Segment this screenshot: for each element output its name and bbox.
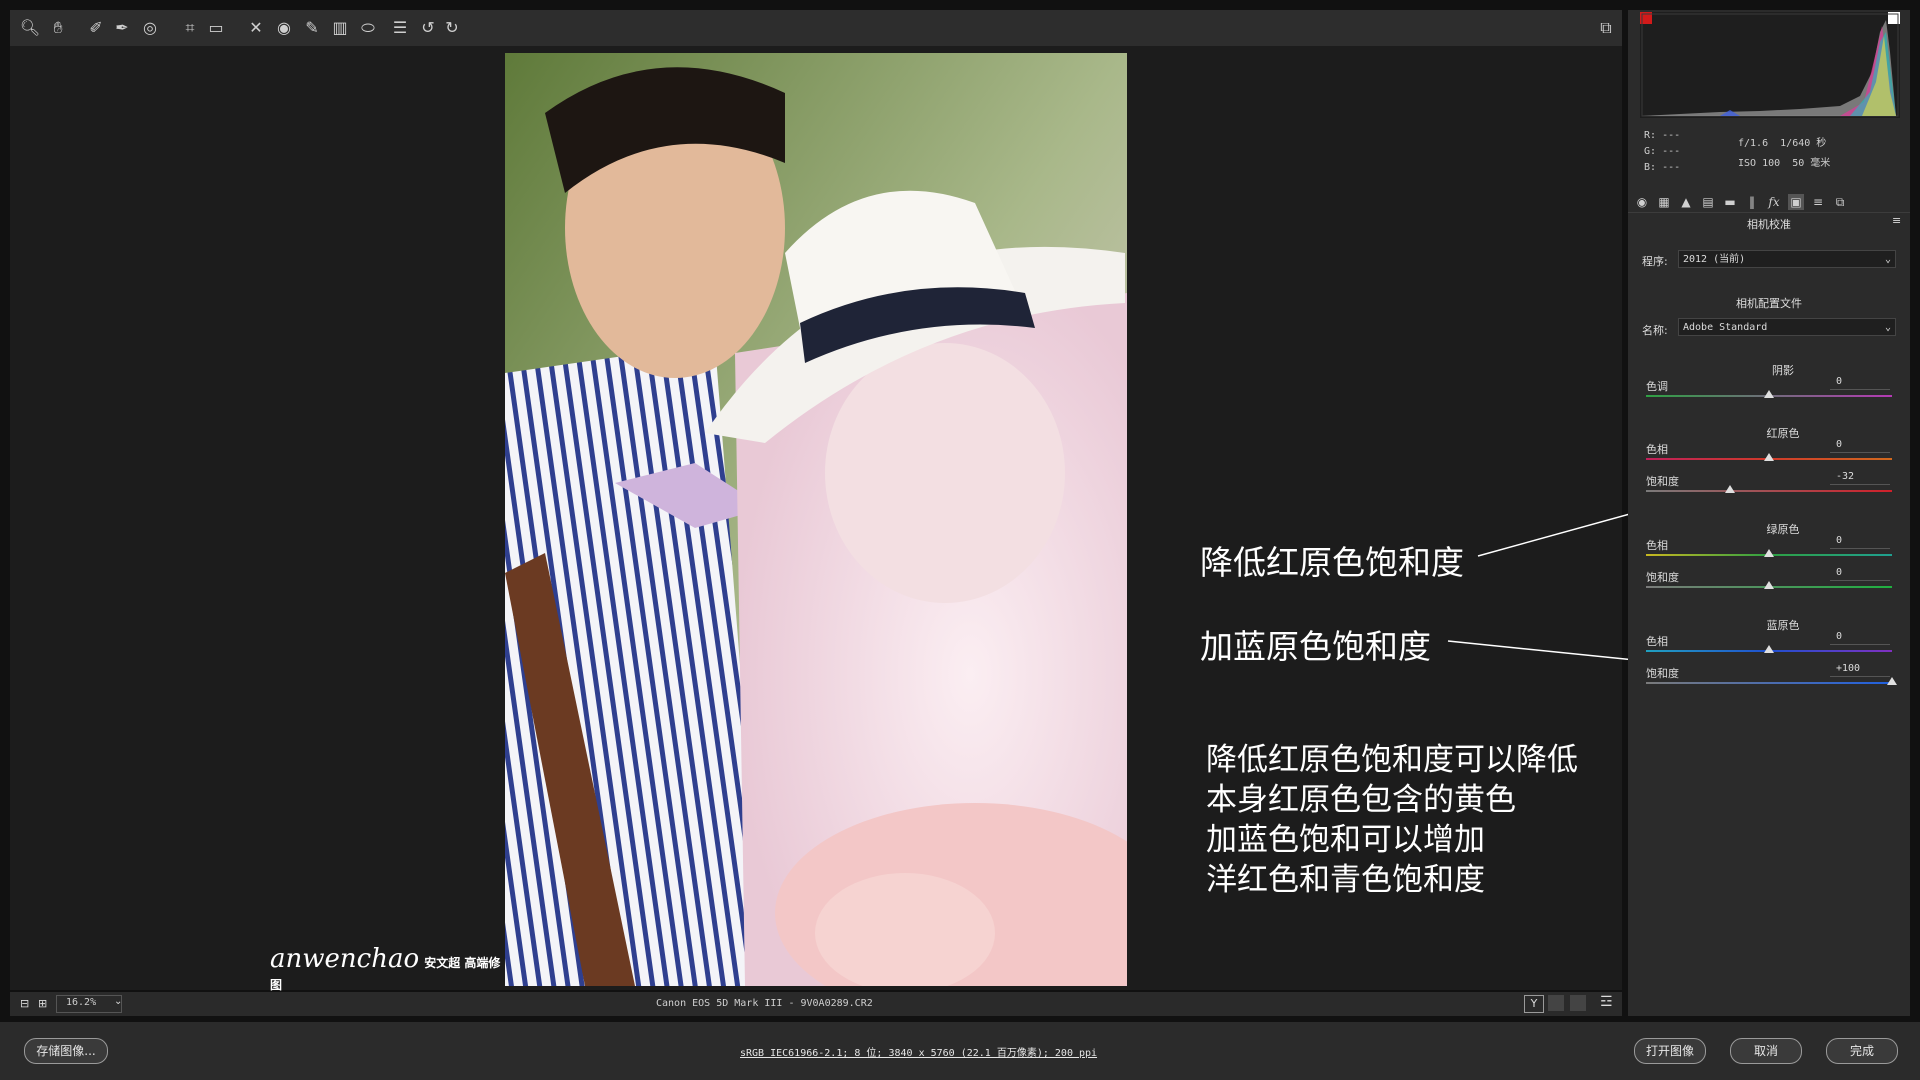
exif-row: ISO 100 50 毫米 [1738, 154, 1830, 174]
exif-row: f/1.6 1/640 秒 [1738, 134, 1830, 154]
slider-label: 饱和度 [1646, 475, 1679, 488]
process-select[interactable]: 2012 (当前) ⌄ [1678, 250, 1896, 268]
panel-title: 相机校准 [1747, 218, 1791, 231]
divider [1628, 212, 1910, 213]
slider-label: 饱和度 [1646, 571, 1679, 584]
r-readout: R: --- [1644, 128, 1680, 144]
process-value: 2012 (当前) [1683, 254, 1746, 265]
g-readout: G: --- [1644, 144, 1680, 160]
r-label: R: [1644, 130, 1657, 141]
zoom-in-icon[interactable]: ⊞ [38, 997, 47, 1010]
settings-sliders-icon[interactable]: ☲ [1600, 994, 1613, 1010]
red-saturation-slider[interactable]: 饱和度 -32 [1646, 471, 1892, 497]
slider-track [1646, 490, 1892, 492]
cancel-button[interactable]: 取消 [1730, 1038, 1802, 1064]
profile-section-title: 相机配置文件 [1736, 297, 1802, 310]
save-image-button[interactable]: 存储图像... [24, 1038, 108, 1064]
process-label: 程序: [1642, 255, 1668, 268]
file-name: Canon EOS 5D Mark III - 9V0A0289.CR2 [656, 998, 873, 1009]
basic-tab-icon[interactable]: ◉ [1634, 194, 1650, 210]
slider-thumb[interactable] [1764, 549, 1774, 557]
slider-value: 0 [1836, 631, 1843, 642]
focal-length: 50 毫米 [1792, 158, 1831, 169]
green-hue-slider[interactable]: 色相 0 [1646, 535, 1892, 561]
slider-thumb[interactable] [1887, 677, 1897, 685]
histogram [1640, 12, 1900, 118]
before-after-icon[interactable]: Y [1524, 995, 1544, 1013]
status-bar: ⊟ ⊞ 16.2% ⌄ Canon EOS 5D Mark III - 9V0A… [10, 992, 1622, 1016]
slider-value: +100 [1836, 663, 1861, 674]
slider-value: -32 [1836, 471, 1855, 482]
slider-value: 0 [1836, 567, 1843, 578]
profile-select[interactable]: Adobe Standard ⌄ [1678, 318, 1896, 336]
slider-label: 色相 [1646, 635, 1668, 648]
open-image-button[interactable]: 打开图像 [1634, 1038, 1706, 1064]
exif-info: f/1.6 1/640 秒 ISO 100 50 毫米 [1738, 134, 1830, 174]
g-value: --- [1662, 146, 1681, 157]
copy-settings-icon[interactable] [1570, 995, 1586, 1011]
slider-thumb[interactable] [1724, 485, 1735, 493]
swap-icon[interactable] [1548, 995, 1564, 1011]
green-saturation-slider[interactable]: 饱和度 0 [1646, 567, 1892, 593]
bottom-bar: 存储图像... sRGB IEC61966-2.1; 8 位; 3840 x 5… [0, 1022, 1920, 1080]
iso: ISO 100 [1738, 158, 1781, 169]
name-label: 名称: [1642, 324, 1668, 337]
zoom-value: 16.2% [66, 997, 97, 1008]
histogram-graph [1641, 13, 1899, 117]
lens-tab-icon[interactable]: ‖ [1744, 194, 1760, 210]
slider-thumb[interactable] [1764, 390, 1774, 398]
g-label: G: [1644, 146, 1657, 157]
slider-track [1646, 682, 1892, 684]
chevron-down-icon: ⌄ [1884, 254, 1891, 265]
slider-label: 饱和度 [1646, 667, 1679, 680]
presets-tab-icon[interactable]: ≡ [1810, 194, 1826, 210]
slider-thumb[interactable] [1764, 645, 1774, 653]
r-value: --- [1662, 130, 1681, 141]
shutter: 1/640 秒 [1780, 138, 1827, 149]
slider-label: 色相 [1646, 539, 1668, 552]
slider-label: 色调 [1646, 380, 1668, 393]
chevron-down-icon[interactable]: ⌄ [114, 996, 122, 1007]
red-hue-slider[interactable]: 色相 0 [1646, 439, 1892, 465]
profile-value: Adobe Standard [1683, 322, 1768, 333]
slider-value: 0 [1836, 439, 1843, 450]
camera-calibration-tab-icon[interactable]: ▣ [1788, 194, 1804, 210]
detail-tab-icon[interactable]: ▲ [1678, 194, 1694, 210]
effects-tab-icon[interactable]: fx [1766, 194, 1782, 210]
split-toning-tab-icon[interactable]: ▬ [1722, 194, 1738, 210]
slider-value: 0 [1836, 535, 1843, 546]
snapshots-tab-icon[interactable]: ⧉ [1832, 194, 1848, 210]
tone-curve-tab-icon[interactable]: ▦ [1656, 194, 1672, 210]
hsl-tab-icon[interactable]: ▤ [1700, 194, 1716, 210]
slider-thumb[interactable] [1764, 453, 1774, 461]
slider-thumb[interactable] [1764, 581, 1774, 589]
zoom-out-icon[interactable]: ⊟ [20, 997, 29, 1010]
done-button[interactable]: 完成 [1826, 1038, 1898, 1064]
slider-label: 色相 [1646, 443, 1668, 456]
blue-saturation-slider[interactable]: 饱和度 +100 [1646, 663, 1897, 689]
rgb-readout: R: --- G: --- B: --- [1644, 128, 1680, 176]
panel-menu-icon[interactable]: ≡ [1892, 214, 1901, 227]
b-value: --- [1662, 162, 1681, 173]
chevron-down-icon: ⌄ [1884, 322, 1891, 333]
b-readout: B: --- [1644, 160, 1680, 176]
b-label: B: [1644, 162, 1657, 173]
blue-hue-slider[interactable]: 色相 0 [1646, 631, 1892, 657]
shadows-tint-slider[interactable]: 色调 0 [1646, 376, 1892, 402]
aperture: f/1.6 [1738, 138, 1769, 149]
slider-value: 0 [1836, 376, 1843, 387]
workflow-options-link[interactable]: sRGB IEC61966-2.1; 8 位; 3840 x 5760 (22.… [740, 1044, 1097, 1059]
